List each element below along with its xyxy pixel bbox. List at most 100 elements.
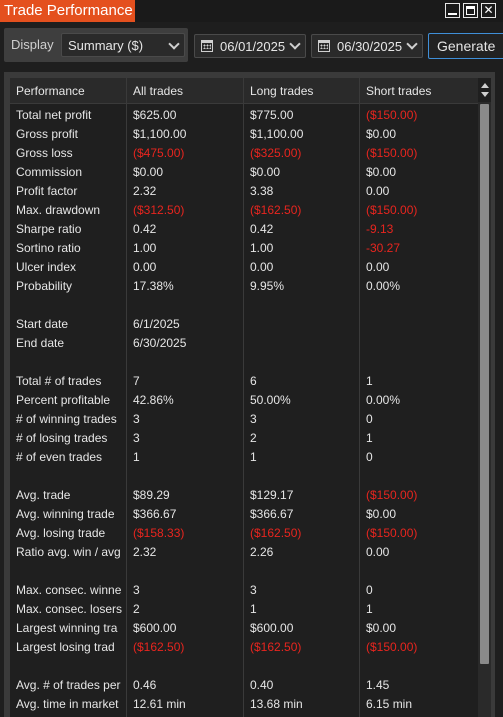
minimize-icon (448, 13, 457, 15)
scroll-up-icon[interactable] (481, 83, 489, 88)
display-group: Display Summary ($) (4, 28, 188, 62)
short-trades-value: 1 (366, 602, 373, 616)
header-performance[interactable]: Performance (16, 84, 124, 98)
all-trades-value: $89.29 (133, 488, 170, 502)
scroll-thumb[interactable] (480, 104, 489, 664)
long-trades-value: 2 (250, 431, 257, 445)
long-trades-value: $600.00 (250, 621, 294, 635)
table-row[interactable]: Avg. trade $89.29 $129.17 ($150.00) (10, 486, 478, 505)
chevron-down-icon (168, 38, 180, 50)
table-row[interactable]: Gross loss ($475.00) ($325.00) ($150.00) (10, 144, 478, 163)
table-row[interactable] (10, 562, 478, 581)
table-row[interactable] (10, 657, 478, 676)
grid-header: Performance All trades Long trades Short… (10, 78, 478, 104)
row-label: Largest winning tra (16, 621, 118, 635)
all-trades-value: 2.32 (133, 545, 157, 559)
table-row[interactable] (10, 296, 478, 315)
window-title: Trade Performance (0, 0, 135, 22)
all-trades-value: 1.00 (133, 241, 157, 255)
table-row[interactable]: End date 6/30/2025 (10, 334, 478, 353)
table-row[interactable]: # of winning trades 3 3 0 (10, 410, 478, 429)
performance-panel: Performance All trades Long trades Short… (4, 72, 495, 717)
long-trades-value: ($162.50) (250, 640, 302, 654)
table-row[interactable]: # of losing trades 3 2 1 (10, 429, 478, 448)
long-trades-value: 1.00 (250, 241, 274, 255)
table-row[interactable]: Total net profit $625.00 $775.00 ($150.00) (10, 106, 478, 125)
table-row[interactable]: Sharpe ratio 0.42 0.42 -9.13 (10, 220, 478, 239)
title-bar: Trade Performance ✕ (0, 0, 503, 22)
table-row[interactable]: Probability 17.38% 9.95% 0.00% (10, 277, 478, 296)
table-row[interactable]: Avg. losing trade ($158.33) ($162.50) ($150… (10, 524, 478, 543)
row-label: Avg. time in market (16, 697, 119, 711)
close-button[interactable]: ✕ (481, 3, 496, 18)
start-date-picker[interactable]: 06/01/2025 (194, 34, 306, 58)
table-row[interactable]: # of even trades 1 1 0 (10, 448, 478, 467)
table-row[interactable]: Percent profitable 42.86% 50.00% 0.00% (10, 391, 478, 410)
generate-button[interactable]: Generate (428, 33, 503, 59)
table-row[interactable] (10, 353, 478, 372)
row-label: Largest losing trad (16, 640, 115, 654)
all-trades-value: $366.67 (133, 507, 177, 521)
all-trades-value: ($475.00) (133, 146, 185, 160)
short-trades-value: 0 (366, 450, 373, 464)
maximize-button[interactable] (463, 3, 478, 18)
table-row[interactable]: Start date 6/1/2025 (10, 315, 478, 334)
header-long-trades[interactable]: Long trades (250, 84, 360, 98)
all-trades-value: $1,100.00 (133, 127, 187, 141)
row-label: Max. drawdown (16, 203, 101, 217)
table-row[interactable]: Sortino ratio 1.00 1.00 -30.27 (10, 239, 478, 258)
table-row[interactable]: Ulcer index 0.00 0.00 0.00 (10, 258, 478, 277)
all-trades-value: $625.00 (133, 108, 177, 122)
all-trades-value: 17.38% (133, 279, 174, 293)
table-row[interactable]: Gross profit $1,100.00 $1,100.00 $0.00 (10, 125, 478, 144)
table-row[interactable] (10, 467, 478, 486)
minimize-button[interactable] (445, 3, 460, 18)
table-row[interactable]: Commission $0.00 $0.00 $0.00 (10, 163, 478, 182)
table-row[interactable]: Avg. winning trade $366.67 $366.67 $0.00 (10, 505, 478, 524)
table-row[interactable]: Ratio avg. win / avg 2.32 2.26 0.00 (10, 543, 478, 562)
all-trades-value: ($312.50) (133, 203, 185, 217)
end-date-picker[interactable]: 06/30/2025 (311, 34, 423, 58)
table-row[interactable]: Avg. # of trades per 0.46 0.40 1.45 (10, 676, 478, 695)
table-row[interactable]: Largest winning tra $600.00 $600.00 $0.00 (10, 619, 478, 638)
close-icon: ✕ (483, 3, 494, 17)
table-row[interactable]: Total # of trades 7 6 1 (10, 372, 478, 391)
header-all-trades[interactable]: All trades (133, 84, 243, 98)
display-label: Display (11, 37, 54, 52)
long-trades-value: ($162.50) (250, 203, 302, 217)
row-label: Start date (16, 317, 69, 331)
header-short-trades[interactable]: Short trades (366, 84, 476, 98)
long-trades-value: 9.95% (250, 279, 285, 293)
short-trades-value: 0.00% (366, 279, 401, 293)
end-date-value: 06/30/2025 (337, 39, 403, 54)
short-trades-value: 6.15 min (366, 697, 413, 711)
row-label: Total net profit (16, 108, 92, 122)
table-row[interactable]: Profit factor 2.32 3.38 0.00 (10, 182, 478, 201)
table-row[interactable]: Max. consec. winne 3 3 0 (10, 581, 478, 600)
short-trades-value: 0 (366, 583, 373, 597)
short-trades-value: ($150.00) (366, 526, 418, 540)
long-trades-value: 1 (250, 602, 257, 616)
all-trades-value: 6/1/2025 (133, 317, 180, 331)
row-label: Sharpe ratio (16, 222, 82, 236)
scroll-down-icon[interactable] (481, 92, 489, 97)
grid-rows: Total net profit $625.00 $775.00 ($150.00) G… (10, 106, 478, 714)
long-trades-value: $775.00 (250, 108, 294, 122)
vertical-scrollbar[interactable] (478, 78, 491, 717)
all-trades-value: 3 (133, 412, 140, 426)
row-label: Avg. winning trade (16, 507, 115, 521)
table-row[interactable]: Largest losing trad ($162.50) ($162.50) ($1… (10, 638, 478, 657)
all-trades-value: $600.00 (133, 621, 177, 635)
row-label: # of losing trades (16, 431, 108, 445)
performance-grid: Performance All trades Long trades Short… (10, 78, 478, 717)
short-trades-value: -9.13 (366, 222, 394, 236)
all-trades-value: 3 (133, 583, 140, 597)
row-label: Avg. losing trade (16, 526, 106, 540)
table-row[interactable]: Avg. time in market 12.61 min 13.68 min 6.1… (10, 695, 478, 714)
display-select[interactable]: Summary ($) (61, 33, 185, 57)
table-row[interactable]: Max. drawdown ($312.50) ($162.50) ($150.00) (10, 201, 478, 220)
row-label: Max. consec. winne (16, 583, 122, 597)
table-row[interactable]: Max. consec. losers 2 1 1 (10, 600, 478, 619)
long-trades-value: 2.26 (250, 545, 274, 559)
all-trades-value: 7 (133, 374, 140, 388)
